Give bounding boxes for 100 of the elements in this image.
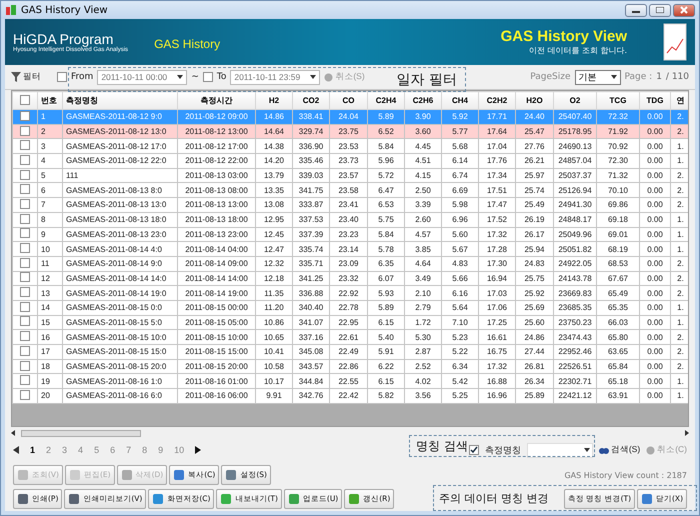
table-row[interactable]: 14 GASMEAS-2011-08-15 0:0 2011-08-15 00:00 11.20 340.40 22.78 5.89 2.79 5.64 17.06 25.69 23685.35 65.35 0.00 1. xyxy=(12,300,688,316)
checkbox[interactable] xyxy=(20,140,30,150)
table-row[interactable]: 16 GASMEAS-2011-08-15 10:0 2011-08-15 10:00 10.65 337.16 22.61 5.40 5.30 5.23 16.61 24.86 23474.43 65.80 0.00 2. xyxy=(12,330,688,344)
table-cell: 0.00 xyxy=(640,110,670,124)
column-header[interactable]: TDG xyxy=(640,92,670,110)
table-row[interactable]: 17 GASMEAS-2011-08-15 15:0 2011-08-15 15:00 10.41 345.08 22.49 5.91 2.87 5.22 16.75 27.44 22952.46 63.65 0.00 2. xyxy=(12,344,688,360)
table-cell: 22952.46 xyxy=(554,344,596,360)
maximize-button[interactable] xyxy=(649,4,671,16)
checkbox[interactable] xyxy=(20,316,30,326)
table-cell: 24941.30 xyxy=(554,198,596,212)
table-cell: 335.74 xyxy=(292,242,330,256)
table-row[interactable]: 5 111 2011-08-13 03:00 13.79 339.03 23.57 5.72 4.15 6.74 17.34 25.97 25037.37 71.32 0.00 2. xyxy=(12,168,688,183)
checkbox[interactable] xyxy=(20,228,30,238)
table-row[interactable]: 11 GASMEAS-2011-08-14 9:0 2011-08-14 09:00 12.32 335.71 23.09 6.35 4.64 4.83 17.30 24.83 24922.05 68.53 0.00 2. xyxy=(12,256,688,272)
search-button[interactable]: 검색(S) xyxy=(598,444,640,456)
checkbox[interactable] xyxy=(20,390,30,400)
column-header[interactable]: 측정시간 xyxy=(178,92,256,110)
checkbox[interactable] xyxy=(20,214,30,224)
checkbox[interactable] xyxy=(20,375,30,386)
column-header[interactable]: CH4 xyxy=(442,92,478,110)
table-row[interactable]: 8 GASMEAS-2011-08-13 18:0 2011-08-13 18:00 12.95 337.53 23.40 5.75 2.60 6.96 17.52 26.19 24848.17 69.18 0.00 1. xyxy=(12,212,688,227)
table-row[interactable]: 7 GASMEAS-2011-08-13 13:0 2011-08-13 13:00 13.08 333.87 23.41 6.53 3.39 5.98 17.47 25.49 24941.30 69.86 0.00 2. xyxy=(12,198,688,212)
checkbox[interactable] xyxy=(20,360,30,371)
checkbox[interactable] xyxy=(20,302,30,312)
table-cell: 5.89 xyxy=(368,300,404,316)
table-row[interactable]: 10 GASMEAS-2011-08-14 4:0 2011-08-14 04:00 12.47 335.74 23.14 5.78 3.85 5.67 17.28 25.94 25051.82 68.19 0.00 1. xyxy=(12,242,688,256)
filter-button[interactable]: 필터 xyxy=(11,71,41,83)
table-row[interactable]: 6 GASMEAS-2011-08-13 8:0 2011-08-13 08:00 13.35 341.75 23.58 6.47 2.50 6.69 17.51 25.74 25126.94 70.10 0.00 2. xyxy=(12,182,688,198)
table-row[interactable]: 12 GASMEAS-2011-08-14 14:0 2011-08-14 14:00 12.18 341.25 23.32 6.07 3.49 5.66 16.94 25.75 24143.78 67.67 0.00 2. xyxy=(12,271,688,286)
table-cell: 25407.40 xyxy=(554,110,596,124)
checkbox[interactable] xyxy=(20,198,30,209)
column-header[interactable]: CO xyxy=(330,92,368,110)
table-cell: 0.00 xyxy=(640,242,670,256)
column-header[interactable]: H2O xyxy=(516,92,554,110)
next-page-icon[interactable] xyxy=(195,446,202,454)
checkbox[interactable] xyxy=(20,346,30,356)
table-row[interactable]: 20 GASMEAS-2011-08-16 6:0 2011-08-16 06:00 9.91 342.76 22.42 5.82 3.56 5.25 16.96 25.89 22421.12 63.91 0.00 1. xyxy=(12,388,688,404)
column-header[interactable]: C2H2 xyxy=(478,92,516,110)
table-cell: 340.40 xyxy=(292,300,330,316)
table-row[interactable]: 15 GASMEAS-2011-08-15 5:0 2011-08-15 05:00 10.86 341.07 22.95 6.15 1.72 7.10 17.25 25.60 23750.23 66.03 0.00 1. xyxy=(12,315,688,330)
minimize-button[interactable] xyxy=(625,4,647,16)
to-date-field[interactable]: 2011-10-11 23:59 xyxy=(230,70,320,84)
page-size-select[interactable]: 기본 xyxy=(574,70,620,84)
column-header[interactable]: CO2 xyxy=(292,92,330,110)
table-cell: 23.14 xyxy=(330,242,368,256)
checkbox[interactable] xyxy=(468,445,479,455)
table-cell: 68.19 xyxy=(596,242,640,256)
table-row[interactable]: 13 GASMEAS-2011-08-14 19:0 2011-08-14 19:00 11.35 336.88 22.92 5.93 2.10 6.16 17.03 25.92 23669.83 65.49 0.00 2. xyxy=(12,286,688,300)
table-row[interactable]: 18 GASMEAS-2011-08-15 20:0 2011-08-15 20:00 10.58 343.57 22.86 6.22 2.52 6.34 17.32 26.81 22526.51 65.84 0.00 2. xyxy=(12,359,688,374)
column-header[interactable]: C2H6 xyxy=(404,92,442,110)
range-separator: ~ xyxy=(191,72,199,82)
checkbox[interactable] xyxy=(20,331,30,342)
previous-page-icon[interactable] xyxy=(13,446,19,454)
checkbox[interactable] xyxy=(20,243,30,254)
table-cell: 14.20 xyxy=(256,154,292,168)
column-header[interactable]: H2 xyxy=(256,92,292,110)
column-header[interactable]: 측정명칭 xyxy=(62,92,178,110)
checkbox[interactable] xyxy=(57,72,67,82)
table-cell: 13 xyxy=(38,286,62,300)
table-cell: 0.00 xyxy=(640,344,670,360)
table-row[interactable]: 9 GASMEAS-2011-08-13 23:0 2011-08-13 23:00 12.45 337.39 23.23 5.84 4.57 5.60 17.32 26.17 25049.96 69.01 0.00 1. xyxy=(12,227,688,242)
checkbox[interactable] xyxy=(20,184,30,194)
checkbox[interactable] xyxy=(20,126,30,136)
checkbox[interactable] xyxy=(20,272,30,282)
close-button[interactable] xyxy=(673,4,695,16)
checkbox[interactable] xyxy=(20,94,30,104)
table-row[interactable]: 2 GASMEAS-2011-08-12 13:0 2011-08-12 13:00 14.64 329.74 23.75 6.52 3.60 5.77 17.64 25.47 25178.95 71.92 0.00 2. xyxy=(12,124,688,139)
table-row[interactable]: 4 GASMEAS-2011-08-12 22:0 2011-08-12 22:00 14.20 335.46 23.73 5.96 4.51 6.14 17.76 26.21 24857.04 72.30 0.00 1. xyxy=(12,154,688,168)
table-cell: 12.95 xyxy=(256,212,292,227)
column-header[interactable]: C2H4 xyxy=(368,92,404,110)
table-cell: 26.19 xyxy=(516,212,554,227)
table-cell: 2011-08-12 22:00 xyxy=(178,154,256,168)
section-title: GAS History xyxy=(154,37,220,51)
checkbox[interactable] xyxy=(20,170,30,180)
name-search-field[interactable] xyxy=(526,442,593,458)
table-row[interactable]: 3 GASMEAS-2011-08-12 17:0 2011-08-12 17:00 14.38 336.90 23.53 5.84 4.45 5.68 17.04 27.76 24690.13 70.92 0.00 1. xyxy=(12,138,688,154)
horizontal-scrollbar[interactable] xyxy=(11,429,689,437)
table-cell: 72.30 xyxy=(596,154,640,168)
table-cell: 5.93 xyxy=(368,286,404,300)
table-cell: 4.83 xyxy=(442,256,478,272)
table-row[interactable]: 19 GASMEAS-2011-08-16 1:0 2011-08-16 01:00 10.17 344.84 22.55 6.15 4.02 5.42 16.88 26.34 22302.71 65.18 0.00 1. xyxy=(12,374,688,389)
column-header[interactable]: 연 xyxy=(670,92,688,110)
checkbox[interactable] xyxy=(202,72,213,82)
table-cell: 25.49 xyxy=(516,198,554,212)
table-cell: 16.96 xyxy=(478,388,516,404)
from-date-field[interactable]: 2011-10-11 00:00 xyxy=(97,70,188,84)
table-cell: 4 xyxy=(38,154,62,168)
column-header[interactable]: TCG xyxy=(596,92,640,110)
table-cell: 0.00 xyxy=(640,388,670,404)
column-header[interactable]: 번호 xyxy=(38,92,62,110)
table-cell: 14.86 xyxy=(256,110,292,124)
checkbox[interactable] xyxy=(20,154,30,165)
scroll-right-icon xyxy=(685,430,689,436)
column-header[interactable]: O2 xyxy=(554,92,596,110)
table-cell: 9.91 xyxy=(256,388,292,404)
table-cell: 23685.35 xyxy=(554,300,596,316)
checkbox[interactable] xyxy=(20,110,30,121)
page-link[interactable]: 1 xyxy=(30,445,36,455)
checkbox[interactable] xyxy=(20,287,30,298)
checkbox[interactable] xyxy=(20,258,30,268)
